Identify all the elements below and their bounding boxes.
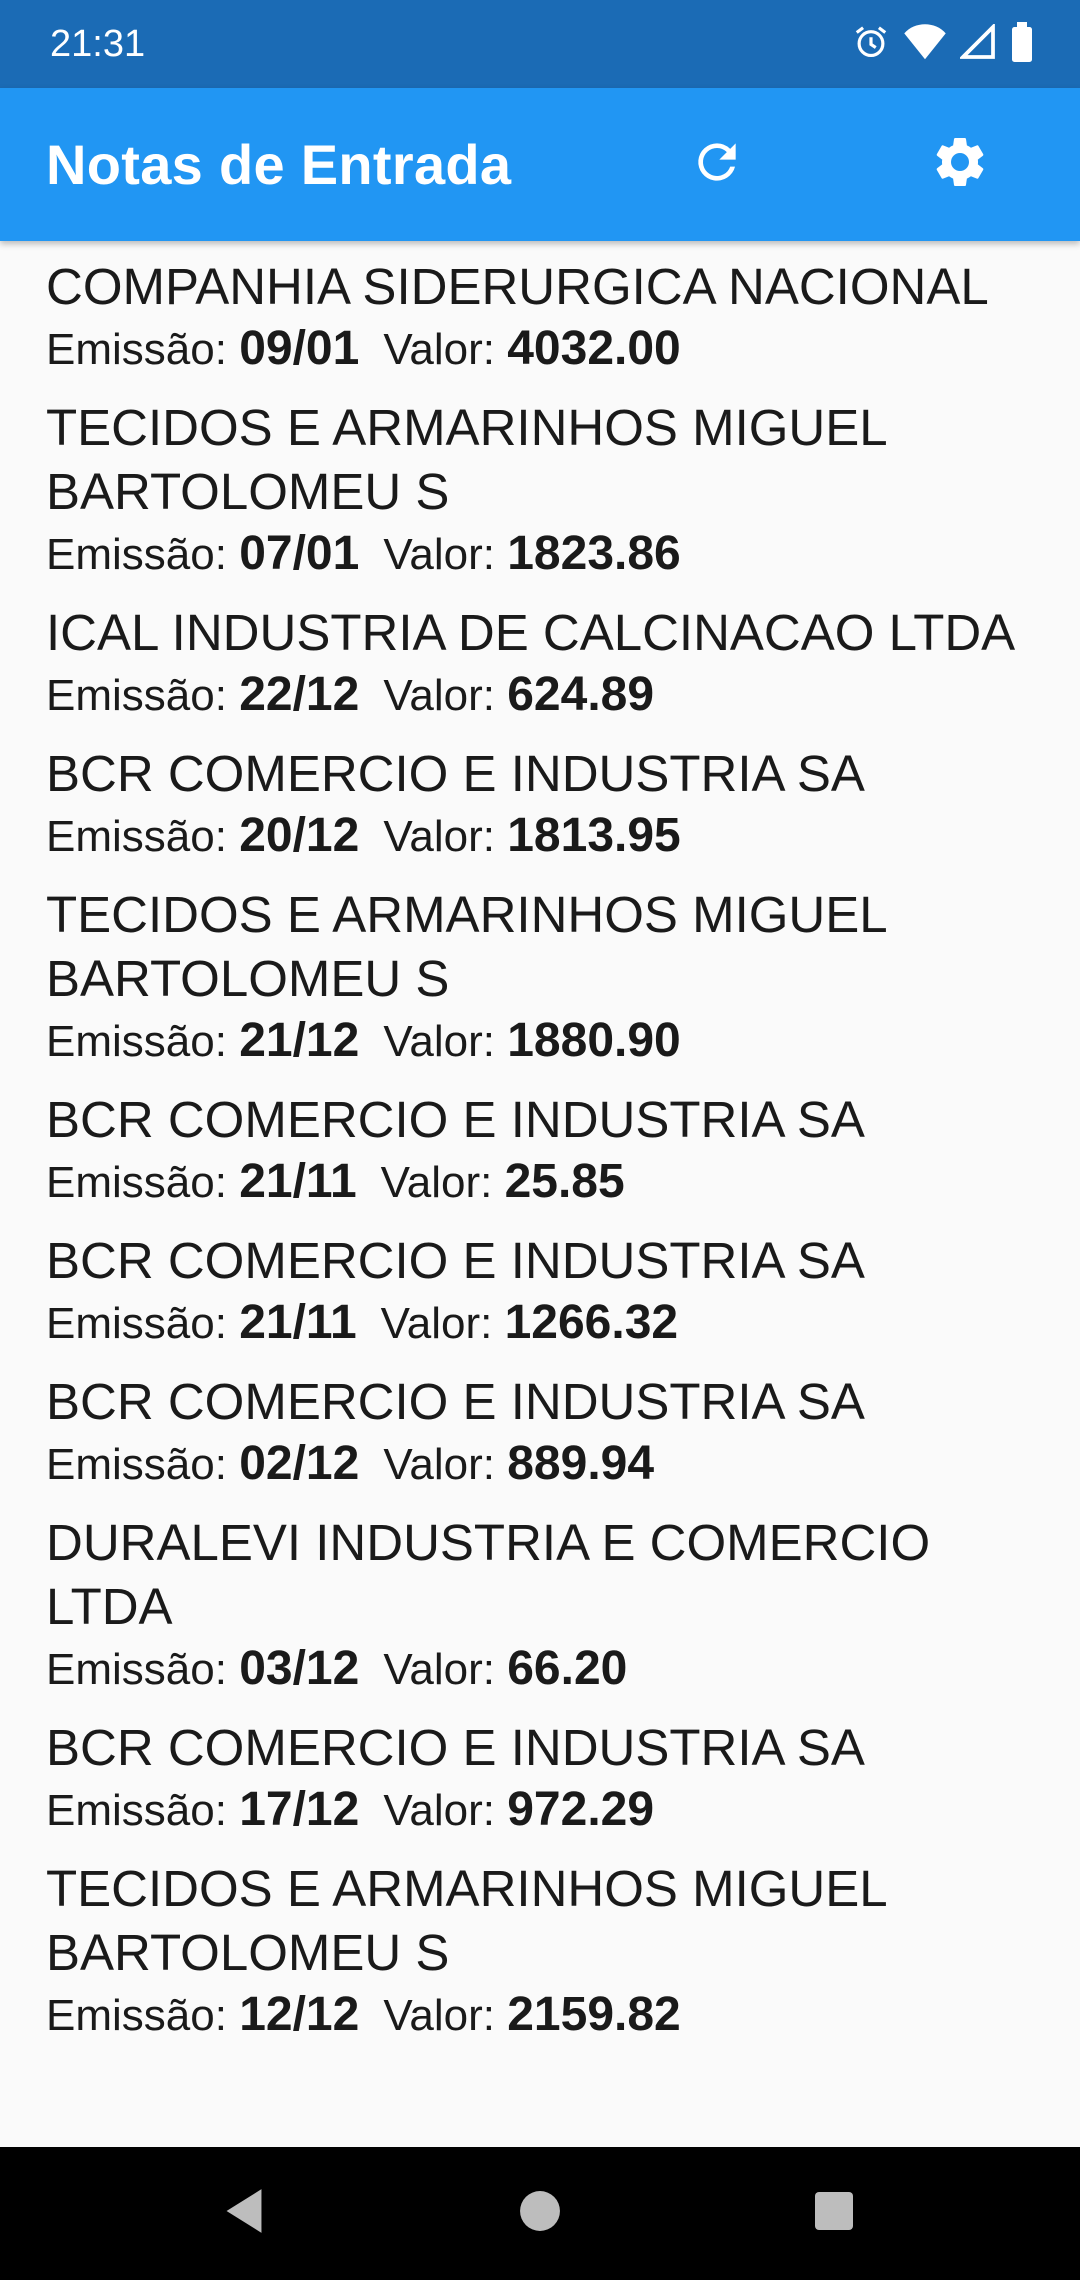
- wifi-icon: [904, 23, 946, 66]
- list-item[interactable]: COMPANHIA SIDERURGICA NACIONAL Emissão: 0…: [46, 255, 1080, 380]
- list-item[interactable]: BCR COMERCIO E INDUSTRIA SA Emissão: 02/1…: [46, 1370, 1080, 1495]
- emissao-label: Emissão:: [46, 530, 227, 579]
- list-item[interactable]: BCR COMERCIO E INDUSTRIA SA Emissão: 20/1…: [46, 742, 1080, 867]
- valor-label: Valor:: [383, 530, 495, 579]
- list-item[interactable]: DURALEVI INDUSTRIA E COMERCIO LTDA Emissã…: [46, 1511, 1080, 1700]
- back-icon: [222, 2187, 266, 2240]
- valor-label: Valor:: [380, 1158, 493, 1207]
- status-time: 21:31: [50, 22, 146, 65]
- emissao-label: Emissão:: [46, 1158, 227, 1207]
- status-icons: [852, 21, 1034, 67]
- note-meta: Emissão: 21/11 Valor: 25.85: [46, 1152, 1080, 1213]
- recents-icon: [814, 2191, 854, 2236]
- valor-value: 889.94: [507, 1437, 655, 1490]
- list-item[interactable]: ICAL INDUSTRIA DE CALCINACAO LTDA Emissão…: [46, 601, 1080, 726]
- note-meta: Emissão: 07/01 Valor: 1823.86: [46, 524, 1080, 585]
- home-icon: [519, 2190, 561, 2237]
- notes-list: COMPANHIA SIDERURGICA NACIONAL Emissão: 0…: [0, 241, 1080, 2147]
- settings-gear-icon: [930, 132, 990, 197]
- valor-label: Valor:: [383, 1017, 495, 1066]
- supplier-name: TECIDOS E ARMARINHOS MIGUEL BARTOLOMEU S: [46, 886, 886, 1007]
- status-bar: 21:31: [0, 0, 1080, 88]
- valor-value: 25.85: [504, 1155, 625, 1208]
- supplier-name: DURALEVI INDUSTRIA E COMERCIO LTDA: [46, 1514, 931, 1635]
- valor-label: Valor:: [383, 1786, 495, 1835]
- list-item[interactable]: BCR COMERCIO E INDUSTRIA SA Emissão: 21/1…: [46, 1229, 1080, 1354]
- valor-value: 624.89: [507, 668, 655, 721]
- emissao-value: 21/11: [239, 1296, 357, 1349]
- valor-value: 1813.95: [507, 809, 681, 862]
- supplier-name: TECIDOS E ARMARINHOS MIGUEL BARTOLOMEU S: [46, 399, 886, 520]
- supplier-name: BCR COMERCIO E INDUSTRIA SA: [46, 745, 865, 802]
- system-nav-bar: [0, 2147, 1080, 2280]
- emissao-label: Emissão:: [46, 671, 227, 720]
- emissao-label: Emissão:: [46, 1991, 227, 2040]
- note-meta: Emissão: 12/12 Valor: 2159.82: [46, 1985, 1080, 2046]
- list-item[interactable]: TECIDOS E ARMARINHOS MIGUEL BARTOLOMEU S…: [46, 883, 1080, 1072]
- emissao-label: Emissão:: [46, 1017, 227, 1066]
- note-meta: Emissão: 09/01 Valor: 4032.00: [46, 319, 1080, 380]
- note-meta: Emissão: 20/12 Valor: 1813.95: [46, 806, 1080, 867]
- valor-label: Valor:: [383, 325, 495, 374]
- emissao-value: 21/11: [239, 1155, 357, 1208]
- valor-label: Valor:: [380, 1299, 493, 1348]
- page-title: Notas de Entrada: [46, 133, 512, 196]
- supplier-name: BCR COMERCIO E INDUSTRIA SA: [46, 1373, 865, 1430]
- supplier-name: TECIDOS E ARMARINHOS MIGUEL BARTOLOMEU S: [46, 1860, 886, 1981]
- emissao-label: Emissão:: [46, 1299, 227, 1348]
- emissao-value: 12/12: [239, 1988, 360, 2041]
- supplier-name: COMPANHIA SIDERURGICA NACIONAL: [46, 258, 989, 315]
- note-meta: Emissão: 02/12 Valor: 889.94: [46, 1434, 1080, 1495]
- emissao-value: 17/12: [239, 1783, 360, 1836]
- valor-value: 1880.90: [507, 1014, 681, 1067]
- back-button[interactable]: [184, 2147, 304, 2280]
- valor-value: 66.20: [507, 1642, 628, 1695]
- valor-value: 972.29: [507, 1783, 655, 1836]
- note-meta: Emissão: 22/12 Valor: 624.89: [46, 665, 1080, 726]
- cell-signal-icon: [958, 21, 996, 65]
- battery-icon: [1010, 21, 1034, 67]
- emissao-label: Emissão:: [46, 1440, 227, 1489]
- note-meta: Emissão: 21/12 Valor: 1880.90: [46, 1011, 1080, 1072]
- emissao-label: Emissão:: [46, 812, 227, 861]
- supplier-name: BCR COMERCIO E INDUSTRIA SA: [46, 1091, 865, 1148]
- emissao-value: 03/12: [239, 1642, 360, 1695]
- valor-value: 4032.00: [507, 322, 681, 375]
- list-item[interactable]: TECIDOS E ARMARINHOS MIGUEL BARTOLOMEU S…: [46, 396, 1080, 585]
- refresh-icon: [689, 134, 745, 195]
- list-item[interactable]: BCR COMERCIO E INDUSTRIA SA Emissão: 21/1…: [46, 1088, 1080, 1213]
- valor-label: Valor:: [383, 671, 495, 720]
- supplier-name: ICAL INDUSTRIA DE CALCINACAO LTDA: [46, 604, 1016, 661]
- valor-value: 1266.32: [504, 1296, 679, 1349]
- emissao-value: 02/12: [239, 1437, 360, 1490]
- note-meta: Emissão: 21/11 Valor: 1266.32: [46, 1293, 1080, 1354]
- app-bar: Notas de Entrada: [0, 88, 1080, 241]
- home-button[interactable]: [480, 2147, 600, 2280]
- valor-value: 2159.82: [507, 1988, 681, 2041]
- emissao-label: Emissão:: [46, 1645, 227, 1694]
- emissao-value: 07/01: [239, 527, 360, 580]
- list-item[interactable]: TECIDOS E ARMARINHOS MIGUEL BARTOLOMEU S…: [46, 1857, 1080, 2046]
- valor-label: Valor:: [383, 1645, 495, 1694]
- supplier-name: BCR COMERCIO E INDUSTRIA SA: [46, 1719, 865, 1776]
- emissao-value: 22/12: [239, 668, 360, 721]
- emissao-value: 09/01: [239, 322, 360, 375]
- settings-button[interactable]: [900, 88, 1020, 241]
- valor-label: Valor:: [383, 1991, 495, 2040]
- valor-value: 1823.86: [507, 527, 681, 580]
- alarm-icon: [852, 23, 890, 66]
- valor-label: Valor:: [383, 812, 495, 861]
- emissao-label: Emissão:: [46, 325, 227, 374]
- emissao-value: 20/12: [239, 809, 360, 862]
- valor-label: Valor:: [383, 1440, 495, 1489]
- note-meta: Emissão: 03/12 Valor: 66.20: [46, 1639, 1080, 1700]
- recents-button[interactable]: [774, 2147, 894, 2280]
- note-meta: Emissão: 17/12 Valor: 972.29: [46, 1780, 1080, 1841]
- list-item[interactable]: BCR COMERCIO E INDUSTRIA SA Emissão: 17/1…: [46, 1716, 1080, 1841]
- emissao-value: 21/12: [239, 1014, 360, 1067]
- supplier-name: BCR COMERCIO E INDUSTRIA SA: [46, 1232, 865, 1289]
- emissao-label: Emissão:: [46, 1786, 227, 1835]
- refresh-button[interactable]: [657, 88, 777, 241]
